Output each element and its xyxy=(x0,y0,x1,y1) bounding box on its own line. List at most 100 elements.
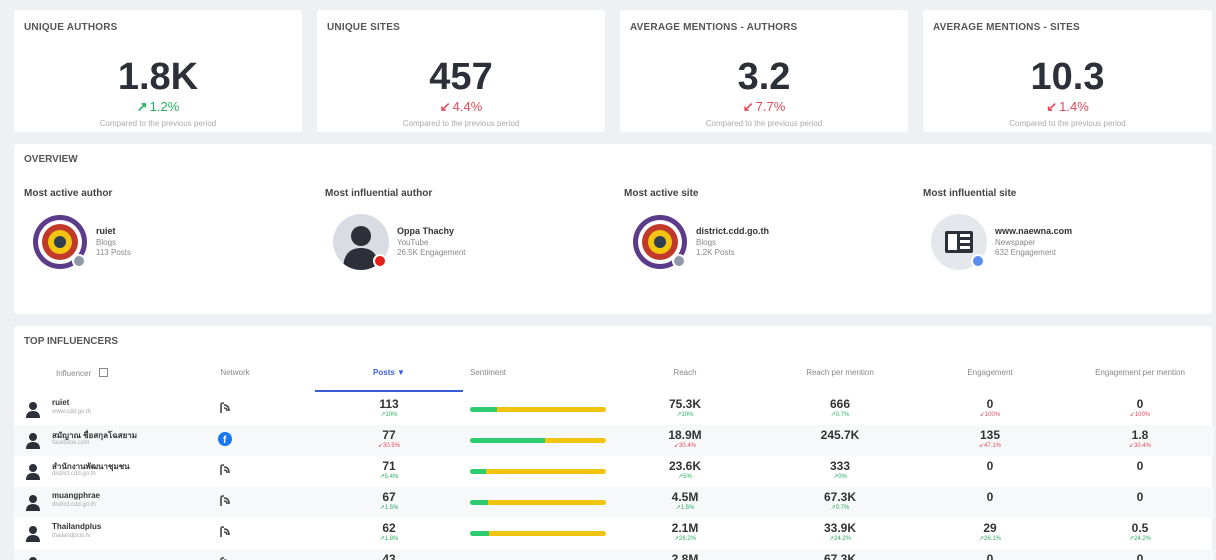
header-sentiment[interactable]: Sentiment xyxy=(470,368,506,377)
metric-change: ↗1.5% xyxy=(379,505,399,511)
metric-value: 135 xyxy=(979,428,1001,442)
metric-cell-posts: 43 xyxy=(315,552,463,560)
metric-value: 0 xyxy=(1136,397,1144,411)
overview-name: www.naewna.com xyxy=(995,226,1073,236)
header-engagement[interactable]: Engagement xyxy=(925,368,1055,377)
metric-value: 71 xyxy=(382,459,396,473)
most-active-author[interactable]: ruiet Blogs 113 Posts xyxy=(32,214,272,274)
sort-desc-icon: ▼ xyxy=(397,368,405,377)
metric-cell-eng: 135 ↙47.1% xyxy=(925,428,1055,450)
metric-change: ↙30.5% xyxy=(377,443,401,449)
overview-type: Blogs xyxy=(96,238,117,247)
overview-card: OVERVIEW Most active author ruiet Blogs … xyxy=(14,144,1212,314)
overview-label: Most influential site xyxy=(923,188,1017,199)
table-row[interactable]: ruiet www.cdd.go.th 113 ↗10% 75.3K ↗10% 666 ↗0.… xyxy=(14,394,1214,425)
metric-cell-reach: 2.8M xyxy=(630,552,740,560)
overview-metric: 632 Engagement xyxy=(995,248,1056,257)
overview-title: OVERVIEW xyxy=(24,154,78,165)
sentiment-positive xyxy=(470,407,498,412)
table-row[interactable]: muangphrae district.cdd.go.th 67 ↗1.5% 4.5M ↗… xyxy=(14,487,1214,518)
kpi-change-value: 7.7% xyxy=(755,99,786,114)
influencer-site: www.cdd.go.th xyxy=(52,409,92,415)
sentiment-bar xyxy=(470,407,606,412)
header-engagement-per-mention[interactable]: Engagement per mention xyxy=(1075,368,1205,377)
kpi-change: ↙ 4.4% xyxy=(317,100,605,114)
header-label: Influencer xyxy=(56,369,92,378)
metric-change: ↗1.8% xyxy=(379,536,399,542)
most-influential-author[interactable]: Oppa Thachy YouTube 26.5K Engagement xyxy=(333,214,573,274)
sentiment-positive xyxy=(470,500,488,505)
arrow-down-icon: ↙ xyxy=(742,99,754,114)
kpi-card-unique-authors: UNIQUE AUTHORS 1.8K ↗ 1.2% Compared to th… xyxy=(14,10,302,132)
header-network[interactable]: Network xyxy=(200,368,270,377)
facebook-icon: f xyxy=(218,432,232,446)
metric-value: 67 xyxy=(382,490,396,504)
kpi-title: AVERAGE MENTIONS - SITES xyxy=(933,22,1080,33)
header-reach-per-mention[interactable]: Reach per mention xyxy=(775,368,905,377)
influencer-name[interactable]: muangphrae xyxy=(52,491,100,500)
kpi-card-unique-sites: UNIQUE SITES 457 ↙ 4.4% Compared to the p… xyxy=(317,10,605,132)
metric-cell-posts: 62 ↗1.8% xyxy=(315,521,463,543)
metric-cell-epm: 0.5 ↗24.2% xyxy=(1075,521,1205,543)
influencer-avatar-icon xyxy=(24,524,42,542)
header-influencer[interactable]: Influencer xyxy=(56,368,109,378)
sentiment-bar xyxy=(470,500,606,505)
kpi-card-avg-mentions-sites: AVERAGE MENTIONS - SITES 10.3 ↙ 1.4% Comp… xyxy=(923,10,1212,132)
metric-change: ↗5% xyxy=(678,474,692,480)
table-row[interactable]: สำนักงานพัฒนาชุมชน district.cdd.go.th 71 ↗5… xyxy=(14,456,1214,487)
metric-value: 77 xyxy=(382,428,396,442)
kpi-compare-text: Compared to the previous period xyxy=(705,119,823,128)
metric-cell-rpm: 33.9K ↗24.2% xyxy=(775,521,905,543)
header-label: Posts xyxy=(373,368,395,377)
metric-cell-eng: 29 ↗26.1% xyxy=(925,521,1055,543)
metric-value: 18.9M xyxy=(668,428,702,442)
most-influential-site[interactable]: www.naewna.com Newspaper 632 Engagement xyxy=(931,214,1171,274)
newspaper-badge-icon xyxy=(971,254,985,268)
influencer-name[interactable]: ruiet xyxy=(52,398,69,407)
influencer-avatar-icon xyxy=(24,493,42,511)
kpi-change: ↙ 7.7% xyxy=(620,100,908,114)
table-row[interactable]: Thailandplus thailandplus.tv 62 ↗1.8% 2.1M ↗2… xyxy=(14,518,1214,549)
kpi-change-value: 4.4% xyxy=(452,99,483,114)
metric-change: ↗5.4% xyxy=(379,474,399,480)
metric-cell-posts: 77 ↙30.5% xyxy=(315,428,463,450)
export-icon[interactable] xyxy=(99,368,109,377)
top-influencers-title: TOP INFLUENCERS xyxy=(24,336,119,347)
arrow-down-icon: ↙ xyxy=(1046,99,1058,114)
influencer-site: district.cdd.go.th xyxy=(52,471,96,477)
metric-change: ↗24.2% xyxy=(828,536,852,542)
kpi-change: ↗ 1.2% xyxy=(14,100,302,114)
metric-cell-eng: 0 xyxy=(925,490,1055,504)
table-row[interactable]: 43 2.8M 67.3K 0 0 xyxy=(14,549,1214,560)
blog-icon xyxy=(218,401,232,415)
metric-value: 4.5M xyxy=(671,490,699,504)
metric-cell-reach: 2.1M ↗26.2% xyxy=(630,521,740,543)
overview-label: Most active site xyxy=(624,188,699,199)
overview-name: district.cdd.go.th xyxy=(696,226,769,236)
blog-icon xyxy=(218,494,232,508)
overview-metric: 1.2K Posts xyxy=(696,248,735,257)
metric-cell-eng: 0 xyxy=(925,459,1055,473)
metric-cell-posts: 71 ↗5.4% xyxy=(315,459,463,481)
metric-change: ↗0% xyxy=(833,474,847,480)
metric-value: 0 xyxy=(986,490,994,504)
kpi-compare-text: Compared to the previous period xyxy=(99,119,217,128)
metric-change: ↙100% xyxy=(979,412,1001,418)
metric-cell-epm: 0 xyxy=(1075,459,1205,473)
metric-value: 43 xyxy=(382,552,396,560)
influencer-name[interactable]: Thailandplus xyxy=(52,522,101,531)
kpi-title: UNIQUE SITES xyxy=(327,22,400,33)
kpi-change-value: 1.2% xyxy=(149,99,180,114)
most-active-site[interactable]: district.cdd.go.th Blogs 1.2K Posts xyxy=(632,214,872,274)
header-reach[interactable]: Reach xyxy=(630,368,740,377)
metric-cell-rpm: 67.3K xyxy=(775,552,905,560)
table-row[interactable]: สมัญาณ ชื่อสกุลโฉสยาม facebook.com f 77 ↙30.… xyxy=(14,425,1214,456)
header-posts[interactable]: Posts ▼ xyxy=(315,368,463,377)
metric-value: 62 xyxy=(382,521,396,535)
metric-change: ↗10% xyxy=(676,412,694,418)
metric-value: 245.7K xyxy=(820,428,860,442)
influencer-avatar-icon xyxy=(24,400,42,418)
metric-cell-eng: 0 ↙100% xyxy=(925,397,1055,419)
metric-value: 0 xyxy=(986,552,994,560)
metric-cell-epm: 0 xyxy=(1075,552,1205,560)
